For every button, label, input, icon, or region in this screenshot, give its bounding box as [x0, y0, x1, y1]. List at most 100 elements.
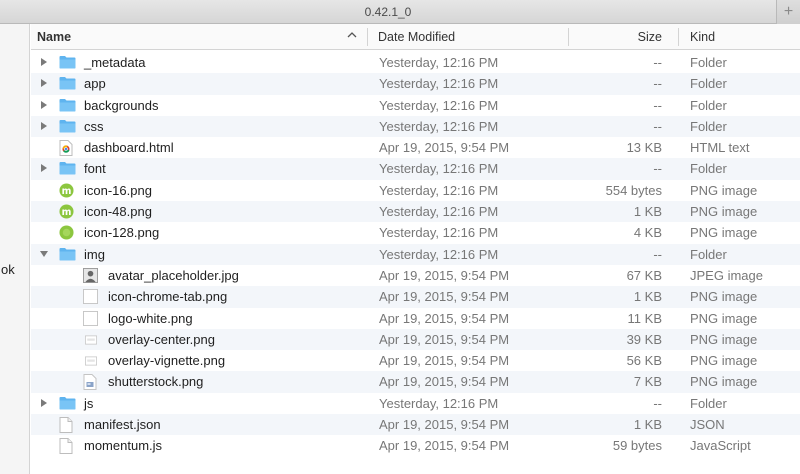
- file-row[interactable]: font Yesterday, 12:16 PM -- Folder: [31, 158, 800, 180]
- file-kind: PNG image: [690, 374, 758, 390]
- file-kind: PNG image: [690, 331, 758, 347]
- file-list: Name Date Modified Size Kind _metadata Ye…: [31, 24, 800, 474]
- blank-image-icon: [83, 289, 99, 305]
- file-date-modified: Yesterday, 12:16 PM: [379, 161, 499, 177]
- file-size: 7 KB: [633, 374, 662, 390]
- folder-icon: [59, 119, 76, 134]
- file-row[interactable]: momentum.js Apr 19, 2015, 9:54 PM 59 bytes…: [31, 435, 800, 456]
- file-size: --: [653, 97, 662, 113]
- column-date-label: Date Modified: [378, 30, 456, 44]
- column-header-size[interactable]: Size: [568, 24, 662, 50]
- disclosure-collapsed-icon[interactable]: [39, 398, 49, 409]
- disclosure-collapsed-icon[interactable]: [39, 78, 49, 89]
- file-date-modified: Yesterday, 12:16 PM: [379, 225, 499, 241]
- file-row[interactable]: icon-chrome-tab.png Apr 19, 2015, 9:54 PM…: [31, 286, 800, 308]
- file-name: logo-white.png: [108, 310, 193, 326]
- svg-text:m: m: [62, 186, 72, 197]
- file-name: dashboard.html: [84, 140, 174, 156]
- file-row[interactable]: css Yesterday, 12:16 PM -- Folder: [31, 115, 800, 138]
- folder-icon: [59, 247, 76, 262]
- file-row[interactable]: _metadata Yesterday, 12:16 PM -- Folder: [31, 52, 800, 73]
- disclosure-collapsed-icon[interactable]: [39, 121, 49, 132]
- file-size: 59 bytes: [612, 438, 662, 454]
- disclosure-expanded-icon[interactable]: [39, 249, 49, 260]
- blank-image-icon: [83, 310, 99, 326]
- file-size: --: [653, 76, 662, 92]
- avatar-image-icon: [83, 267, 99, 283]
- file-row[interactable]: icon-128.png Yesterday, 12:16 PM 4 KB PNG i…: [31, 222, 800, 243]
- file-name: avatar_placeholder.jpg: [108, 267, 239, 283]
- file-kind: Folder: [690, 55, 727, 70]
- column-kind-label: Kind: [690, 30, 716, 44]
- tab-title: 0.42.1_0: [364, 5, 412, 19]
- file-date-modified: Yesterday, 12:16 PM: [379, 182, 499, 198]
- file-row[interactable]: avatar_placeholder.jpg Apr 19, 2015, 9:54…: [31, 265, 800, 286]
- file-kind: HTML text: [690, 140, 750, 156]
- file-name: icon-128.png: [84, 225, 160, 241]
- file-date-modified: Apr 19, 2015, 9:54 PM: [379, 267, 510, 283]
- file-kind: JSON: [690, 417, 725, 433]
- sidebar-fragment-text[interactable]: ok: [1, 262, 15, 277]
- file-kind: Folder: [690, 76, 727, 92]
- green-circle-icon: [59, 225, 75, 240]
- file-name: css: [84, 118, 104, 134]
- chrome-html-file-icon: [59, 140, 75, 157]
- file-date-modified: Yesterday, 12:16 PM: [379, 55, 499, 70]
- file-kind: PNG image: [690, 310, 758, 326]
- folder-icon: [59, 161, 76, 176]
- file-row[interactable]: js Yesterday, 12:16 PM -- Folder: [31, 393, 800, 414]
- file-name: backgrounds: [84, 97, 159, 113]
- file-size: --: [653, 118, 662, 134]
- tab-bar: 0.42.1_0 +: [0, 0, 800, 24]
- file-kind: JavaScript: [690, 438, 751, 454]
- file-row[interactable]: shutterstock.png Apr 19, 2015, 9:54 PM 7 K…: [31, 371, 800, 393]
- document-icon: [59, 438, 75, 455]
- file-kind: PNG image: [690, 182, 758, 198]
- file-rows: _metadata Yesterday, 12:16 PM -- Folder app Y…: [31, 52, 800, 457]
- column-header-date[interactable]: Date Modified: [378, 24, 568, 50]
- sidebar: ok: [0, 24, 30, 474]
- file-size: 67 KB: [626, 267, 662, 283]
- disclosure-collapsed-icon[interactable]: [39, 163, 49, 174]
- file-size: 1 KB: [633, 204, 662, 220]
- file-date-modified: Apr 19, 2015, 9:54 PM: [379, 289, 510, 305]
- file-date-modified: Apr 19, 2015, 9:54 PM: [379, 353, 510, 369]
- file-size: --: [653, 161, 662, 177]
- file-name: manifest.json: [84, 417, 161, 433]
- file-row[interactable]: m icon-16.png Yesterday, 12:16 PM 554 bytes…: [31, 180, 800, 201]
- small-image-icon: [83, 374, 99, 391]
- column-separator[interactable]: [678, 28, 679, 46]
- file-row[interactable]: overlay-center.png Apr 19, 2015, 9:54 PM 3…: [31, 328, 800, 351]
- tab-current[interactable]: 0.42.1_0: [0, 0, 776, 24]
- file-kind: PNG image: [690, 225, 758, 241]
- column-separator[interactable]: [367, 28, 368, 46]
- disclosure-collapsed-icon[interactable]: [39, 57, 49, 68]
- file-row[interactable]: overlay-vignette.png Apr 19, 2015, 9:54 P…: [31, 350, 800, 371]
- file-row[interactable]: img Yesterday, 12:16 PM -- Folder: [31, 243, 800, 265]
- file-size: 11 KB: [627, 310, 662, 326]
- file-row[interactable]: logo-white.png Apr 19, 2015, 9:54 PM 11 KB…: [31, 308, 800, 329]
- file-date-modified: Apr 19, 2015, 9:54 PM: [379, 374, 510, 390]
- file-row[interactable]: dashboard.html Apr 19, 2015, 9:54 PM 13 KB…: [31, 137, 800, 158]
- file-row[interactable]: app Yesterday, 12:16 PM -- Folder: [31, 73, 800, 95]
- document-icon: [59, 417, 75, 434]
- column-header-name[interactable]: Name: [37, 24, 367, 50]
- file-row[interactable]: m icon-48.png Yesterday, 12:16 PM 1 KB PNG i…: [31, 201, 800, 223]
- file-date-modified: Apr 19, 2015, 9:54 PM: [379, 417, 510, 433]
- landscape-image-icon: [83, 353, 99, 368]
- file-size: 554 bytes: [605, 182, 662, 198]
- file-name: img: [84, 246, 105, 262]
- file-row[interactable]: manifest.json Apr 19, 2015, 9:54 PM 1 KB JS…: [31, 414, 800, 436]
- file-date-modified: Apr 19, 2015, 9:54 PM: [379, 331, 510, 347]
- disclosure-collapsed-icon[interactable]: [39, 100, 49, 111]
- folder-icon: [59, 76, 76, 91]
- column-header-kind[interactable]: Kind: [690, 24, 800, 50]
- column-header: Name Date Modified Size Kind: [31, 24, 800, 50]
- file-size: --: [653, 246, 662, 262]
- plus-icon: +: [783, 3, 794, 20]
- sort-ascending-icon[interactable]: [347, 30, 357, 43]
- file-date-modified: Yesterday, 12:16 PM: [379, 76, 499, 92]
- file-name: js: [84, 395, 94, 411]
- new-tab-button[interactable]: +: [776, 0, 800, 24]
- file-row[interactable]: backgrounds Yesterday, 12:16 PM -- Folder: [31, 95, 800, 116]
